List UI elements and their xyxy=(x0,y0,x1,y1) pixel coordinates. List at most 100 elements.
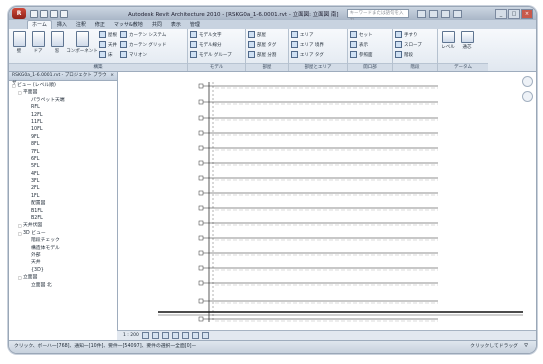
browser-node[interactable]: □ 立面図 xyxy=(12,274,117,281)
browser-node[interactable]: 配置図 xyxy=(12,200,117,207)
tab-collaborate[interactable]: 共同 xyxy=(148,21,166,29)
star-icon[interactable] xyxy=(440,9,450,18)
browser-node[interactable]: 5FL xyxy=(12,163,117,170)
zoom-icon[interactable] xyxy=(521,91,533,102)
roof-button[interactable]: 屋根 xyxy=(99,31,117,38)
level-button[interactable]: レベル xyxy=(440,31,456,50)
detail-level-icon[interactable] xyxy=(141,332,149,339)
redo-icon[interactable] xyxy=(60,9,68,18)
model-group-button[interactable]: モデル グループ xyxy=(190,51,232,58)
elevation-drawing[interactable] xyxy=(118,72,536,328)
crop-view-icon[interactable] xyxy=(181,332,189,339)
browser-node[interactable]: パラペット天端 xyxy=(12,97,117,104)
browser-node[interactable]: □ 3D ビュー xyxy=(12,230,117,237)
room-separator-button[interactable]: 部屋 分割 xyxy=(248,51,276,58)
tab-insert[interactable]: 挿入 xyxy=(53,21,71,29)
undo-icon[interactable] xyxy=(50,9,58,18)
browser-node[interactable]: 9FL xyxy=(12,134,117,141)
subscription-icon[interactable] xyxy=(428,9,438,18)
close-button[interactable]: × xyxy=(521,8,533,19)
floor-button[interactable]: 床 xyxy=(99,51,117,58)
browser-node[interactable]: 2FL xyxy=(12,185,117,192)
area-boundary-button[interactable]: エリア 境界 xyxy=(291,41,324,48)
model-text-button[interactable]: モデル文字 xyxy=(190,31,232,38)
stair-button[interactable]: 階段 xyxy=(395,51,422,58)
sun-path-icon[interactable] xyxy=(161,332,169,339)
view-scale[interactable]: 1 : 200 xyxy=(123,333,139,338)
level-head xyxy=(198,205,204,211)
browser-node[interactable]: 8FL xyxy=(12,141,117,148)
close-icon[interactable]: × xyxy=(110,72,114,80)
browser-node[interactable]: 天井 xyxy=(12,259,117,266)
browser-node[interactable]: RFL xyxy=(12,104,117,111)
build-panel: 壁 ドア 窓 コンポーネント 屋根 天井 床 カーテン システム カーテン グリ… xyxy=(9,29,188,71)
browser-node[interactable]: □ 平面図 xyxy=(12,89,117,96)
ref-plane-button[interactable]: 参照面 xyxy=(350,51,373,58)
stair-icon xyxy=(395,51,402,58)
drawing-view[interactable] xyxy=(118,72,536,340)
save-icon[interactable] xyxy=(40,9,48,18)
curtain-system-button[interactable]: カーテン システム xyxy=(120,31,166,38)
show-button[interactable]: 表示 xyxy=(350,41,373,48)
door-button[interactable]: ドア xyxy=(30,31,46,54)
browser-node[interactable]: 構造体モデル xyxy=(12,245,117,252)
area-button[interactable]: エリア xyxy=(291,31,324,38)
temporary-hide-icon[interactable] xyxy=(201,332,209,339)
browser-node[interactable]: 立面図 北 xyxy=(12,282,117,289)
railing-button[interactable]: 手すり xyxy=(395,31,422,38)
steering-wheel-icon[interactable] xyxy=(521,76,533,87)
application-menu-button[interactable]: R xyxy=(12,8,26,19)
room-button[interactable]: 部屋 xyxy=(248,31,276,38)
browser-node-label: 3D ビュー xyxy=(23,230,46,236)
ramp-button[interactable]: スロープ xyxy=(395,41,422,48)
browser-node[interactable]: {3D} xyxy=(12,267,117,274)
browser-node[interactable]: 階段チェック xyxy=(12,237,117,244)
component-button[interactable]: コンポーネント xyxy=(66,31,98,54)
browser-node[interactable]: 6FL xyxy=(12,156,117,163)
tab-view[interactable]: 表示 xyxy=(167,21,185,29)
search-input[interactable]: キーワードまたは語句を入力 xyxy=(346,9,409,23)
tab-modify[interactable]: 修正 xyxy=(91,21,109,29)
show-crop-icon[interactable] xyxy=(191,332,199,339)
browser-node[interactable]: 10FL xyxy=(12,126,117,133)
level-head xyxy=(198,316,204,322)
browser-node[interactable]: 3FL xyxy=(12,178,117,185)
set-icon xyxy=(350,31,357,38)
browser-node[interactable]: 7FL xyxy=(12,149,117,156)
model-line-button[interactable]: モデル線分 xyxy=(190,41,232,48)
shadows-icon[interactable] xyxy=(171,332,179,339)
wall-button[interactable]: 壁 xyxy=(11,31,27,54)
minimize-button[interactable]: _ xyxy=(495,8,507,19)
grid-icon xyxy=(460,31,474,43)
help-icon[interactable] xyxy=(452,9,462,18)
binoculars-icon[interactable] xyxy=(416,9,426,18)
browser-node[interactable]: B1FL xyxy=(12,208,117,215)
area-tag-button[interactable]: エリア タグ xyxy=(291,51,324,58)
browser-node-label: 外部 xyxy=(31,252,41,258)
tab-massing[interactable]: マッサ&敷地 xyxy=(110,21,147,29)
mullion-button[interactable]: マリオン xyxy=(120,51,166,58)
tab-home[interactable]: ホーム xyxy=(27,20,52,29)
ceiling-button[interactable]: 天井 xyxy=(99,41,117,48)
browser-node[interactable]: 1FL xyxy=(12,193,117,200)
grid-button[interactable]: 通芯 xyxy=(459,31,475,50)
open-icon[interactable] xyxy=(30,9,38,18)
curtain-grid-button[interactable]: カーテン グリッド xyxy=(120,41,166,48)
browser-node[interactable]: B2FL xyxy=(12,215,117,222)
browser-node[interactable]: 12FL xyxy=(12,112,117,119)
filter-icon[interactable]: ⛛ xyxy=(524,341,528,353)
maximize-button[interactable]: □ xyxy=(508,8,520,19)
model-panel-title: モデル xyxy=(188,63,245,71)
tab-manage[interactable]: 管理 xyxy=(186,21,204,29)
browser-node[interactable]: □ 天井伏図 xyxy=(12,222,117,229)
browser-node[interactable]: 外部 xyxy=(12,252,117,259)
set-button[interactable]: セット xyxy=(350,31,373,38)
room-tag-button[interactable]: 部屋 タグ xyxy=(248,41,276,48)
window-tool-button[interactable]: 窓 xyxy=(49,31,65,54)
browser-node[interactable]: 11FL xyxy=(12,119,117,126)
tab-annotate[interactable]: 注釈 xyxy=(72,21,90,29)
browser-node[interactable]: □ ビュー (レベル順) xyxy=(12,82,117,89)
visual-style-icon[interactable] xyxy=(151,332,159,339)
browser-node[interactable]: 4FL xyxy=(12,171,117,178)
room-icon xyxy=(248,31,255,38)
